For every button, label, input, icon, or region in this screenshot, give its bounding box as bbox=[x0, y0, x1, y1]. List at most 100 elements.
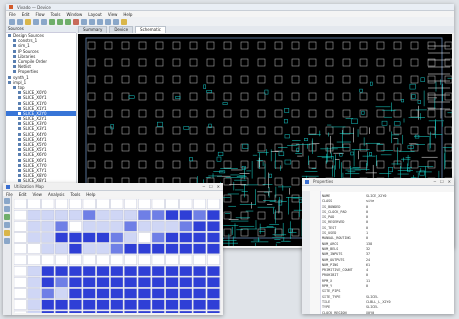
utilization-heatmap[interactable] bbox=[14, 199, 221, 313]
heatmap-cell[interactable] bbox=[206, 299, 220, 310]
heatmap-cell[interactable] bbox=[41, 254, 55, 266]
heatmap-cell[interactable] bbox=[124, 243, 138, 254]
heatmap-cell[interactable] bbox=[96, 277, 110, 288]
heatmap-cell[interactable] bbox=[96, 199, 110, 210]
heatmap-cell[interactable] bbox=[193, 265, 206, 277]
heatmap-cell[interactable] bbox=[137, 199, 151, 210]
heatmap-cell[interactable] bbox=[137, 299, 151, 310]
heatmap-cell[interactable] bbox=[206, 209, 220, 221]
heatmap-cell[interactable] bbox=[206, 221, 220, 232]
heatmap-cell[interactable] bbox=[179, 310, 193, 313]
minimize-icon[interactable]: ─ bbox=[434, 179, 436, 184]
heatmap-cell[interactable] bbox=[41, 310, 55, 313]
heatmap-cell[interactable] bbox=[193, 199, 206, 210]
heatmap-cell[interactable] bbox=[193, 209, 206, 221]
heatmap-cell[interactable] bbox=[165, 310, 179, 313]
heatmap-cell[interactable] bbox=[96, 310, 110, 313]
undo-icon[interactable] bbox=[33, 18, 39, 25]
heatmap-cell[interactable] bbox=[82, 221, 96, 232]
export-icon[interactable] bbox=[4, 238, 10, 244]
heatmap-cell[interactable] bbox=[55, 265, 69, 277]
heatmap-cell[interactable] bbox=[193, 310, 206, 313]
heatmap-cell[interactable] bbox=[151, 288, 165, 299]
zoom-out-icon[interactable] bbox=[89, 18, 95, 25]
grid-icon[interactable] bbox=[4, 222, 10, 228]
heatmap-cell[interactable] bbox=[82, 288, 96, 299]
heatmap-cell[interactable] bbox=[27, 299, 41, 310]
heatmap-cell[interactable] bbox=[69, 243, 82, 254]
heatmap-cell[interactable] bbox=[165, 288, 179, 299]
heatmap-cell[interactable] bbox=[110, 221, 124, 232]
heatmap-cell[interactable] bbox=[179, 209, 193, 221]
heatmap-cell[interactable] bbox=[110, 209, 124, 221]
select-icon[interactable] bbox=[105, 18, 111, 25]
heatmap-cell[interactable] bbox=[14, 209, 27, 221]
heatmap-cell[interactable] bbox=[137, 254, 151, 266]
heatmap-cell[interactable] bbox=[69, 232, 82, 243]
heatmap-cell[interactable] bbox=[124, 254, 138, 266]
heatmap-cell[interactable] bbox=[14, 265, 27, 277]
heatmap-cell[interactable] bbox=[41, 299, 55, 310]
heatmap-cell[interactable] bbox=[69, 254, 82, 266]
heatmap-cell[interactable] bbox=[27, 232, 41, 243]
heatmap-cell[interactable] bbox=[96, 299, 110, 310]
heatmap-cell[interactable] bbox=[206, 254, 220, 266]
heatmap-cell[interactable] bbox=[27, 277, 41, 288]
main-menu-edit[interactable]: Edit bbox=[22, 12, 30, 17]
heatmap-cell[interactable] bbox=[55, 209, 69, 221]
heatmap-cell[interactable] bbox=[124, 199, 138, 210]
heatmap-cell[interactable] bbox=[179, 199, 193, 210]
heatmap-cell[interactable] bbox=[96, 209, 110, 221]
synthesize-icon[interactable] bbox=[57, 18, 63, 25]
heatmap-cell[interactable] bbox=[151, 277, 165, 288]
heatmap-menu-edit[interactable]: Edit bbox=[19, 192, 27, 197]
heatmap-cell[interactable] bbox=[55, 254, 69, 266]
heatmap-cell[interactable] bbox=[41, 243, 55, 254]
heatmap-cell[interactable] bbox=[110, 254, 124, 266]
open-icon[interactable] bbox=[17, 18, 23, 25]
heatmap-cell[interactable] bbox=[14, 254, 27, 266]
heatmap-cell[interactable] bbox=[179, 243, 193, 254]
new-project-icon[interactable] bbox=[9, 18, 15, 25]
tab-schematic[interactable]: Schematic bbox=[135, 26, 166, 33]
heatmap-cell[interactable] bbox=[110, 288, 124, 299]
zoom-in-icon[interactable] bbox=[81, 18, 87, 25]
main-menu-flow[interactable]: Flow bbox=[35, 12, 44, 17]
heatmap-cell[interactable] bbox=[14, 199, 27, 210]
heatmap-cell[interactable] bbox=[165, 199, 179, 210]
heatmap-cell[interactable] bbox=[206, 310, 220, 313]
heatmap-cell[interactable] bbox=[27, 243, 41, 254]
heatmap-cell[interactable] bbox=[193, 277, 206, 288]
main-menu-layout[interactable]: Layout bbox=[88, 12, 102, 17]
heatmap-cell[interactable] bbox=[206, 265, 220, 277]
heatmap-cell[interactable] bbox=[193, 299, 206, 310]
heatmap-cell[interactable] bbox=[206, 277, 220, 288]
stop-icon[interactable] bbox=[73, 18, 79, 25]
heatmap-cell[interactable] bbox=[124, 299, 138, 310]
heatmap-cell[interactable] bbox=[137, 277, 151, 288]
redo-icon[interactable] bbox=[41, 18, 47, 25]
heatmap-cell[interactable] bbox=[55, 243, 69, 254]
heatmap-cell[interactable] bbox=[69, 288, 82, 299]
heatmap-cell[interactable] bbox=[193, 221, 206, 232]
heatmap-cell[interactable] bbox=[41, 199, 55, 210]
highlight-icon[interactable] bbox=[4, 230, 10, 236]
heatmap-cell[interactable] bbox=[193, 254, 206, 266]
heatmap-menu-tools[interactable]: Tools bbox=[70, 192, 80, 197]
heatmap-cell[interactable] bbox=[82, 310, 96, 313]
heatmap-cell[interactable] bbox=[27, 265, 41, 277]
heatmap-cell[interactable] bbox=[96, 243, 110, 254]
heatmap-cell[interactable] bbox=[193, 232, 206, 243]
heatmap-cell[interactable] bbox=[110, 265, 124, 277]
maximize-icon[interactable]: ☐ bbox=[209, 184, 213, 189]
heatmap-menu-view[interactable]: View bbox=[32, 192, 42, 197]
heatmap-cell[interactable] bbox=[14, 288, 27, 299]
zoom-icon[interactable] bbox=[4, 206, 10, 212]
heatmap-cell[interactable] bbox=[82, 243, 96, 254]
heatmap-cell[interactable] bbox=[179, 299, 193, 310]
heatmap-cell[interactable] bbox=[96, 221, 110, 232]
heatmap-cell[interactable] bbox=[55, 310, 69, 313]
heatmap-cell[interactable] bbox=[137, 265, 151, 277]
heatmap-cell[interactable] bbox=[41, 277, 55, 288]
main-menu-view[interactable]: View bbox=[108, 12, 118, 17]
